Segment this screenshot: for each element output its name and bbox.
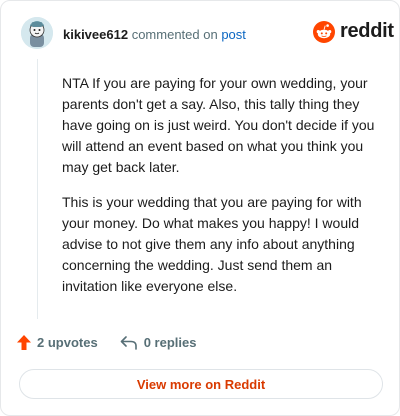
comment-paragraph: This is your wedding that you are paying… [62,194,362,294]
upvotes-count: 2 upvotes [37,335,98,350]
comment-paragraph: NTA If you are paying for your own weddi… [62,75,375,175]
reddit-wordmark: reddit [340,20,394,42]
reply-arrow-icon [120,335,137,350]
upvote-button[interactable]: 2 upvotes [17,335,98,350]
replies-button[interactable]: 0 replies [120,335,197,350]
reddit-snoo-icon [313,20,335,43]
comment-card: kikivee612 commented on post reddit NTA … [0,0,400,416]
reddit-logo[interactable]: reddit [313,20,394,43]
comment-header: kikivee612 commented on post [63,27,246,42]
comment-body: NTA If you are paying for your own weddi… [62,73,382,311]
avatar-character-icon [21,17,53,49]
upvote-arrow-icon [17,335,31,350]
replies-count: 0 replies [143,335,197,350]
view-more-button[interactable]: View more on Reddit [19,369,383,399]
thread-line [37,59,38,319]
username[interactable]: kikivee612 [63,27,128,42]
comment-action-text: commented on [131,27,218,42]
user-avatar[interactable] [21,17,53,49]
post-link[interactable]: post [221,27,246,42]
comment-actions: 2 upvotes 0 replies [17,335,218,350]
